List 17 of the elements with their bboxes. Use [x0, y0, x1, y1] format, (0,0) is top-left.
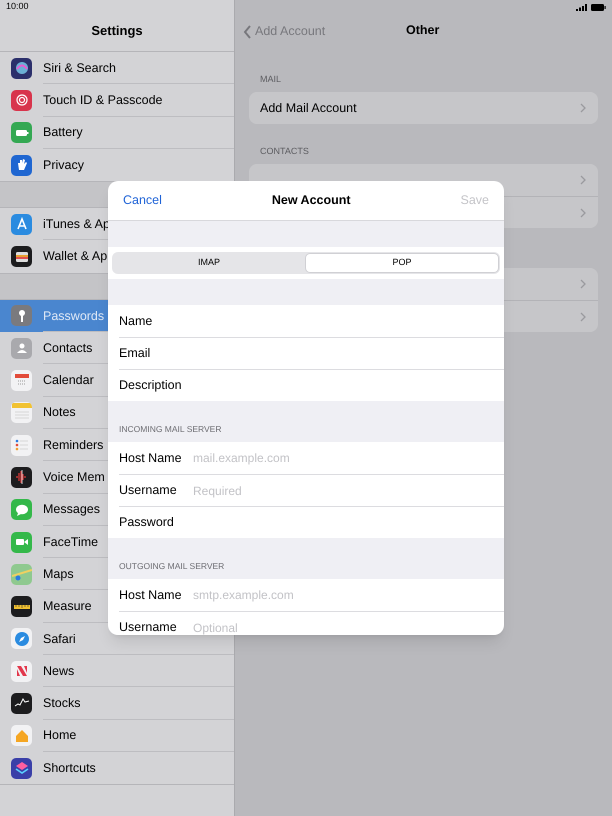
sidebar-title: Settings [91, 22, 143, 40]
section-header: INCOMING MAIL SERVER [119, 423, 222, 436]
section-header: CONTACTS [260, 144, 309, 158]
status-time: 10:00 [6, 0, 29, 14]
field-label: Username [119, 482, 178, 500]
field-label: Host Name [119, 586, 183, 604]
section-header: MAIL [260, 72, 282, 86]
save-button: Save [460, 191, 489, 210]
field-label: Password [119, 514, 175, 532]
field-label: Description [119, 377, 183, 394]
field-label: Host Name [119, 450, 183, 467]
field-label: Email [119, 345, 152, 362]
field-label: Username [119, 619, 178, 635]
field-label: Name [119, 312, 154, 330]
dialog-title: New Account [272, 192, 351, 210]
page-title: Other [406, 22, 440, 40]
section-header: OUTGOING MAIL SERVER [119, 560, 224, 573]
